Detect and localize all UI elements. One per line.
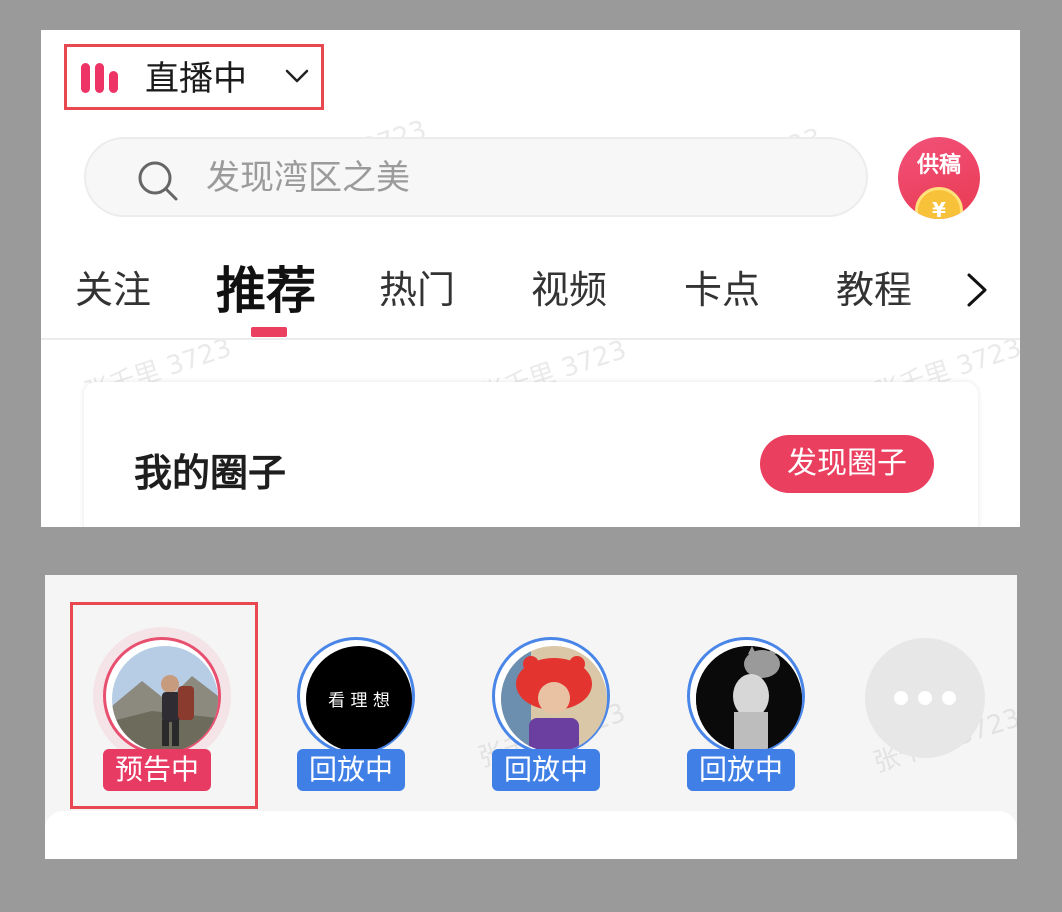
tab-hot[interactable]: 热门 — [379, 259, 455, 314]
bottom-screen-panel: 张千里 3723 张千里 3723 预告中 看 — [45, 575, 1017, 859]
live-label: 直播中 — [145, 59, 247, 99]
chevron-down-icon — [285, 69, 309, 83]
content-card — [45, 811, 1017, 859]
live-story-item[interactable]: 预告中 — [103, 637, 229, 797]
contribute-button[interactable]: 供稿 ¥ — [898, 137, 980, 219]
story-ring — [103, 637, 221, 755]
avatar: 看 理 想 — [306, 646, 412, 752]
tab-video[interactable]: 视频 — [531, 259, 607, 314]
live-story-item[interactable]: 回放中 — [492, 637, 618, 797]
search-bar[interactable] — [84, 137, 868, 217]
category-tabs: 关注 推荐 热门 视频 卡点 教程 — [41, 245, 1020, 337]
story-ring — [492, 637, 610, 755]
discover-circle-button[interactable]: 发现圈子 — [760, 435, 934, 493]
my-circle-title: 我的圈子 — [134, 451, 287, 495]
replay-badge: 回放中 — [687, 749, 796, 791]
contribute-label: 供稿 — [916, 153, 961, 178]
avatar — [112, 646, 218, 752]
active-tab-indicator — [251, 327, 287, 337]
story-ring: 看 理 想 — [297, 637, 415, 755]
live-story-item[interactable]: 看 理 想 回放中 — [297, 637, 423, 797]
avatar-text: 看 理 想 — [328, 691, 390, 711]
search-icon — [138, 161, 178, 201]
live-story-item[interactable]: 回放中 — [687, 637, 813, 797]
chevron-right-icon[interactable] — [959, 265, 999, 315]
coin-icon: ¥ — [915, 187, 963, 219]
tab-follow[interactable]: 关注 — [75, 259, 151, 314]
my-circle-card: 我的圈子 发现圈子 — [84, 382, 978, 527]
tab-recommend[interactable]: 推荐 — [216, 251, 316, 323]
preview-badge: 预告中 — [103, 749, 212, 791]
replay-badge: 回放中 — [492, 749, 601, 791]
search-input[interactable] — [204, 149, 808, 207]
avatar — [501, 646, 607, 752]
live-dropdown[interactable]: 直播中 — [64, 44, 324, 110]
tabs-fade — [901, 245, 961, 325]
live-bars-icon — [81, 63, 121, 93]
tab-beat[interactable]: 卡点 — [684, 259, 760, 314]
avatar — [696, 646, 802, 752]
story-ring — [687, 637, 805, 755]
top-screen-panel: 张千里 3723 张千里 3723 张千里 3723 张千里 3723 张千里 … — [41, 30, 1020, 527]
replay-badge: 回放中 — [297, 749, 406, 791]
divider — [41, 338, 1020, 340]
more-dots-icon[interactable] — [865, 638, 985, 758]
